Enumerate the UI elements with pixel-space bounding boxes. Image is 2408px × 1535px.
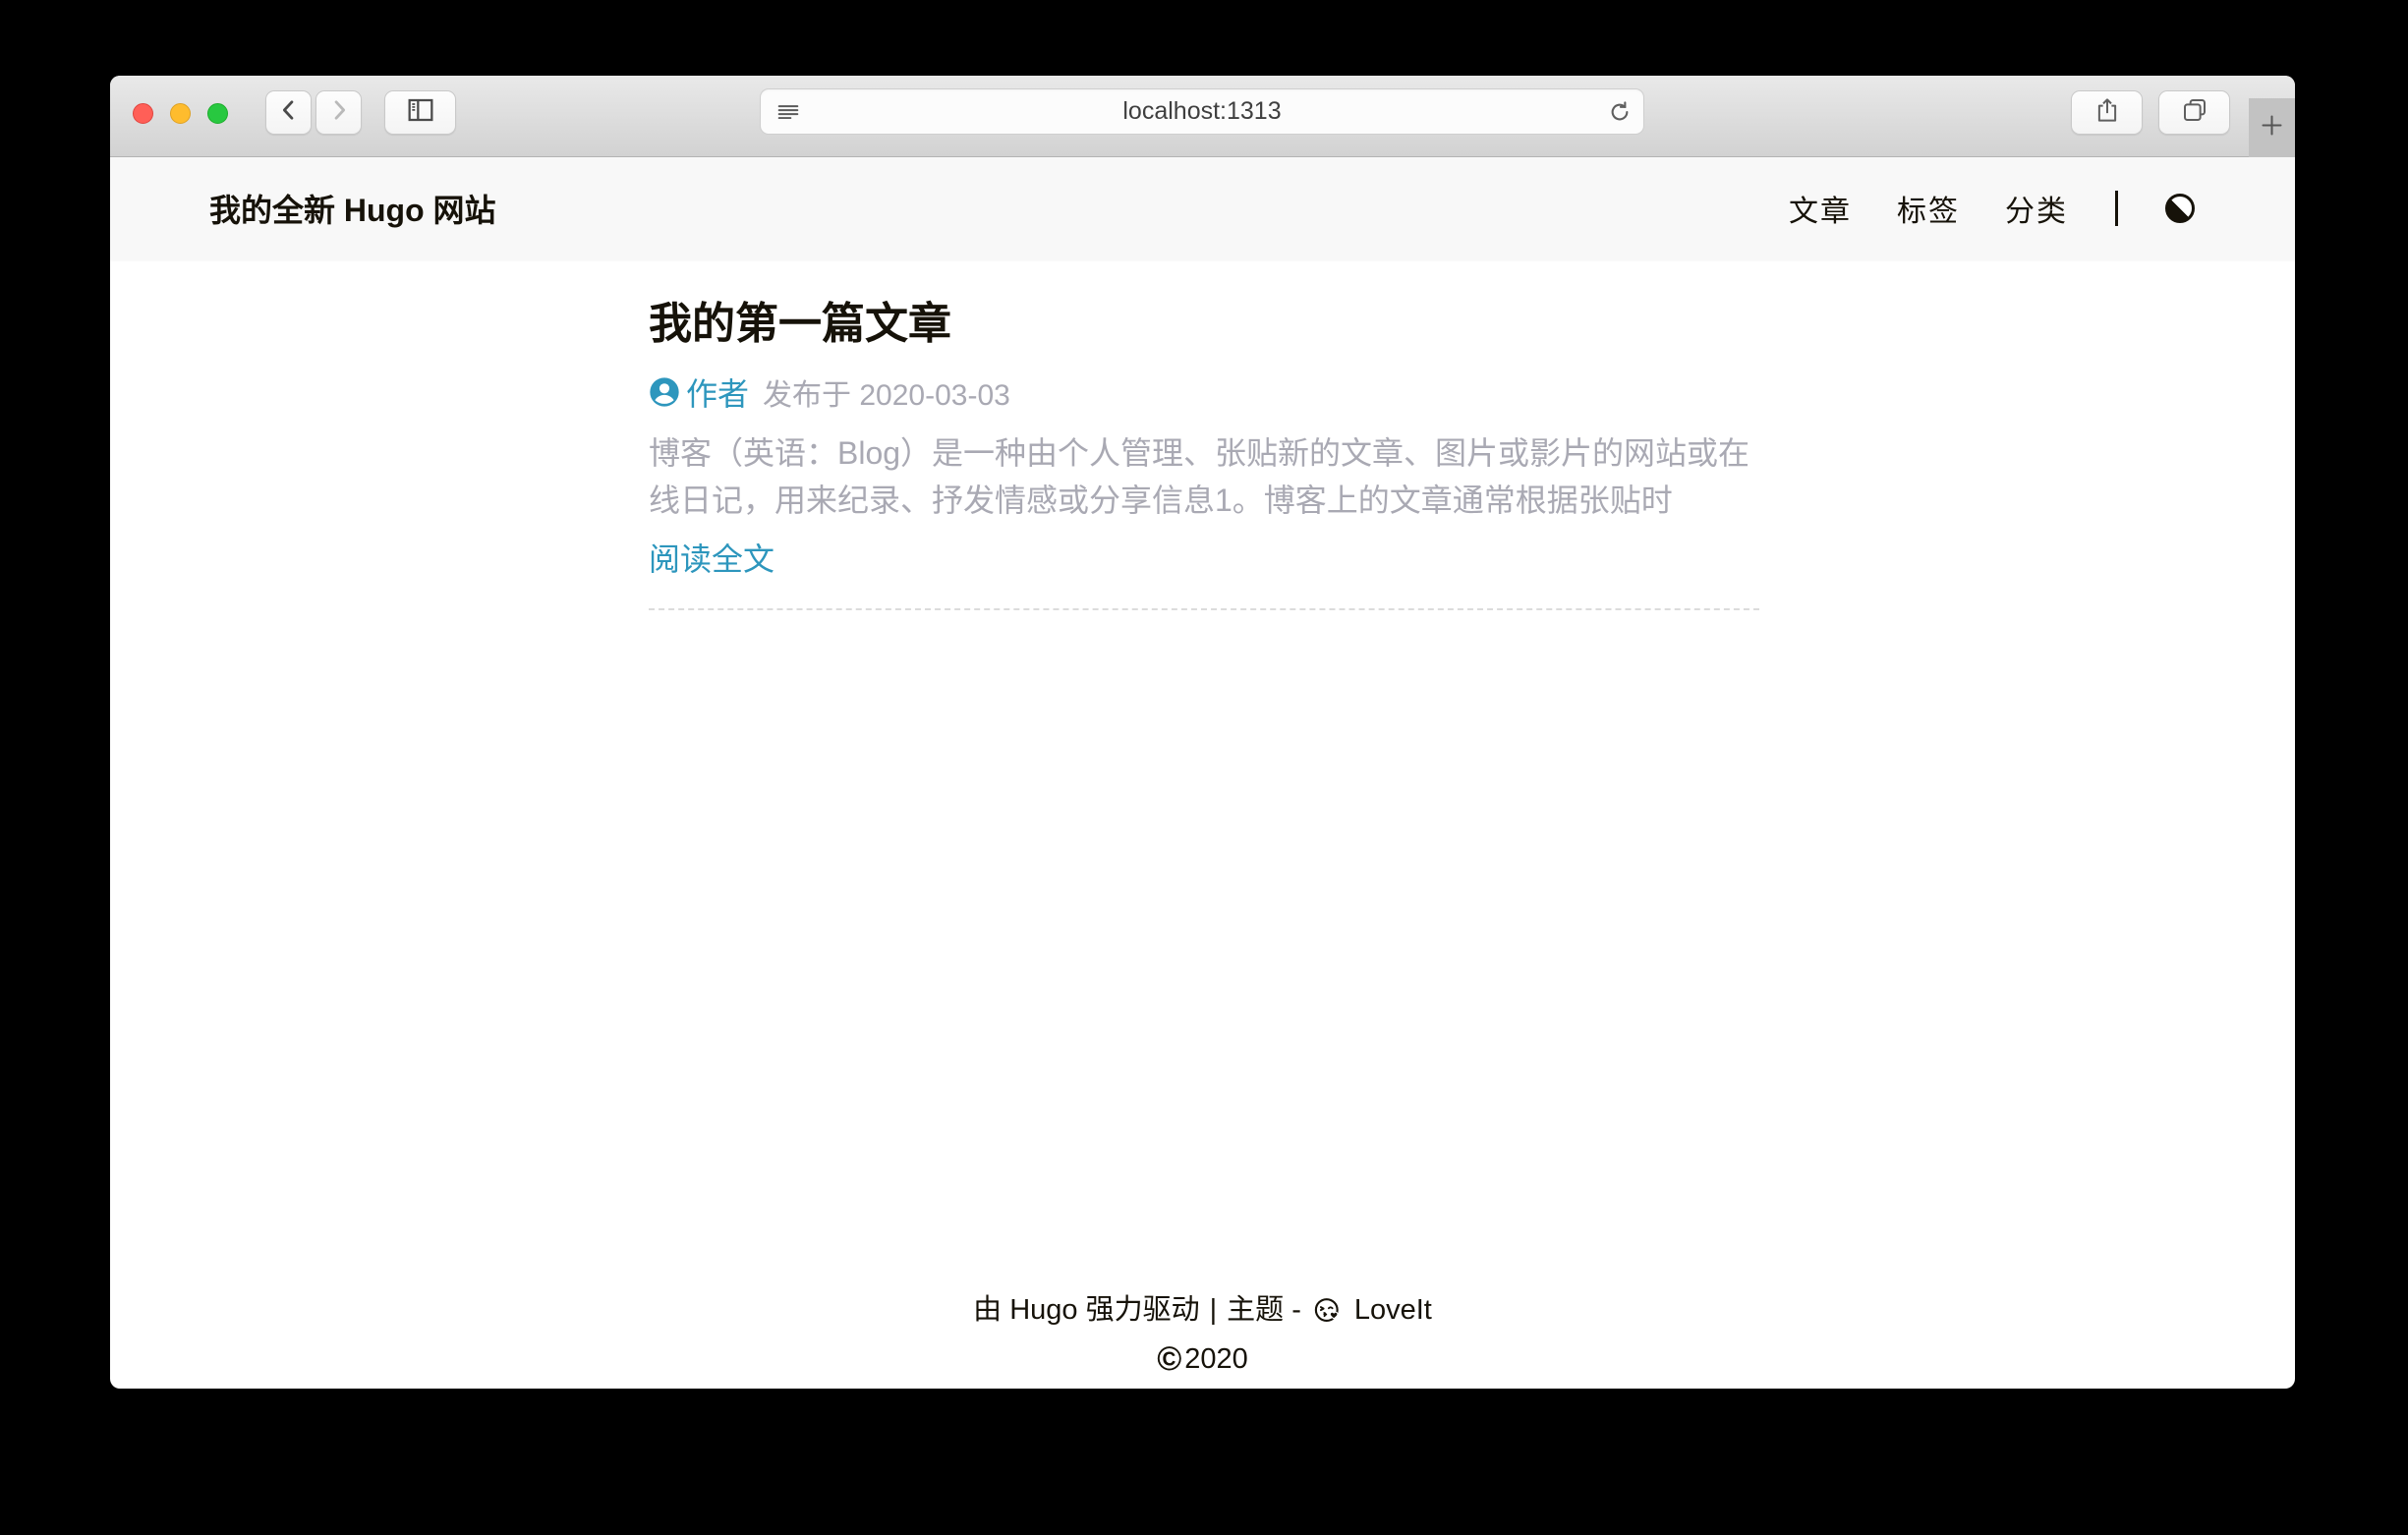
- theme-name-link[interactable]: LoveIt: [1354, 1290, 1432, 1330]
- new-tab-button[interactable]: [2249, 98, 2295, 157]
- author-link[interactable]: 作者: [686, 370, 749, 415]
- read-more-link[interactable]: 阅读全文: [649, 541, 774, 577]
- site-title-link[interactable]: 我的全新 Hugo 网站: [209, 186, 496, 231]
- tab-overview-button[interactable]: [2158, 90, 2230, 135]
- theme-toggle-icon[interactable]: [2165, 194, 2195, 223]
- post-meta: 作者 发布于 2020-03-03: [649, 374, 2295, 410]
- theme-prefix-text: 主题 -: [1227, 1290, 1301, 1330]
- browser-toolbar: localhost:1313: [110, 76, 2295, 157]
- copyright-icon: ©: [1157, 1342, 1181, 1376]
- chevron-left-icon: [275, 96, 303, 129]
- post-title-link[interactable]: 我的第一篇文章: [649, 299, 1759, 351]
- share-icon: [2093, 95, 2122, 130]
- publish-date: 发布于 2020-03-03: [763, 370, 1010, 414]
- post-summary: 博客（英语：Blog）是一种由个人管理、张贴新的文章、图片或影片的网站或在线日记…: [649, 429, 1759, 524]
- footer-copyright-line: © 2020: [110, 1339, 2295, 1379]
- nav-item-posts[interactable]: 文章: [1789, 187, 1852, 230]
- powered-by-text: 由 Hugo 强力驱动: [973, 1290, 1199, 1330]
- back-button[interactable]: [265, 90, 312, 135]
- forward-button[interactable]: [315, 90, 362, 135]
- plus-icon: [2259, 112, 2285, 143]
- nav-item-categories[interactable]: 分类: [2005, 187, 2068, 230]
- post-divider: [649, 608, 1759, 610]
- reader-view-icon[interactable]: [774, 98, 802, 126]
- main-content: 我的第一篇文章 作者 发布于 2020-03-03 博客（英语：Blog）是一种…: [110, 259, 2295, 610]
- site-footer: 由 Hugo 强力驱动 | 主题 - LoveIt © 2020: [110, 1290, 2295, 1379]
- browser-window: localhost:1313: [110, 76, 2295, 1389]
- window-controls: [133, 103, 228, 124]
- share-button[interactable]: [2071, 90, 2143, 135]
- nav-item-tags[interactable]: 标签: [1897, 187, 1960, 230]
- address-bar[interactable]: localhost:1313: [760, 88, 1644, 135]
- minimize-window-button[interactable]: [170, 103, 191, 124]
- nav-separator: [2115, 191, 2118, 226]
- chevron-right-icon: [325, 96, 353, 129]
- sidebar-toggle-button[interactable]: [384, 90, 456, 135]
- url-text[interactable]: localhost:1313: [761, 97, 1643, 126]
- footer-powered-line: 由 Hugo 强力驱动 | 主题 - LoveIt: [110, 1290, 2295, 1330]
- site-nav: 文章 标签 分类: [1789, 187, 2195, 230]
- sidebar-icon: [405, 94, 436, 131]
- zoom-window-button[interactable]: [207, 103, 228, 124]
- site-header: 我的全新 Hugo 网站 文章 标签 分类: [110, 157, 2295, 259]
- reload-button[interactable]: [1606, 98, 1634, 126]
- tabs-icon: [2180, 95, 2209, 130]
- kiss-wink-heart-icon: [1313, 1295, 1343, 1325]
- copyright-year: 2020: [1184, 1339, 1248, 1379]
- user-circle-icon: [649, 376, 680, 408]
- footer-separator: |: [1210, 1290, 1218, 1330]
- close-window-button[interactable]: [133, 103, 153, 124]
